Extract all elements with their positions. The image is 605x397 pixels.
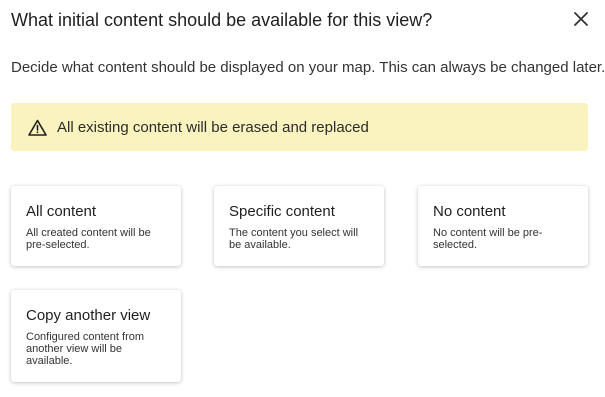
option-card-no-content[interactable]: No content No content will be pre-select… xyxy=(418,186,588,266)
warning-banner: All existing content will be erased and … xyxy=(11,103,588,151)
option-description: Configured content from another view wil… xyxy=(26,331,145,367)
option-description: All created content will be pre-selected… xyxy=(26,227,151,251)
close-button[interactable] xyxy=(570,10,592,32)
dialog-title: What initial content should be available… xyxy=(11,10,433,30)
close-icon xyxy=(574,11,588,31)
option-description: The content you select will be available… xyxy=(229,227,359,251)
dialog-subtitle: Decide what content should be displayed … xyxy=(11,59,605,76)
option-card-specific-content[interactable]: Specific content The content you select … xyxy=(214,186,384,266)
option-card-copy-another-view[interactable]: Copy another view Configured content fro… xyxy=(11,290,181,382)
warning-text: All existing content will be erased and … xyxy=(57,118,369,136)
option-title: Copy another view xyxy=(26,307,151,324)
option-card-all-content[interactable]: All content All created content will be … xyxy=(11,186,181,266)
warning-triangle-icon xyxy=(28,118,47,136)
content-selection-dialog: What initial content should be available… xyxy=(0,0,605,397)
option-title: No content xyxy=(433,203,506,220)
option-title: All content xyxy=(26,203,97,220)
option-description: No content will be pre-selected. xyxy=(433,227,543,251)
option-title: Specific content xyxy=(229,203,335,220)
